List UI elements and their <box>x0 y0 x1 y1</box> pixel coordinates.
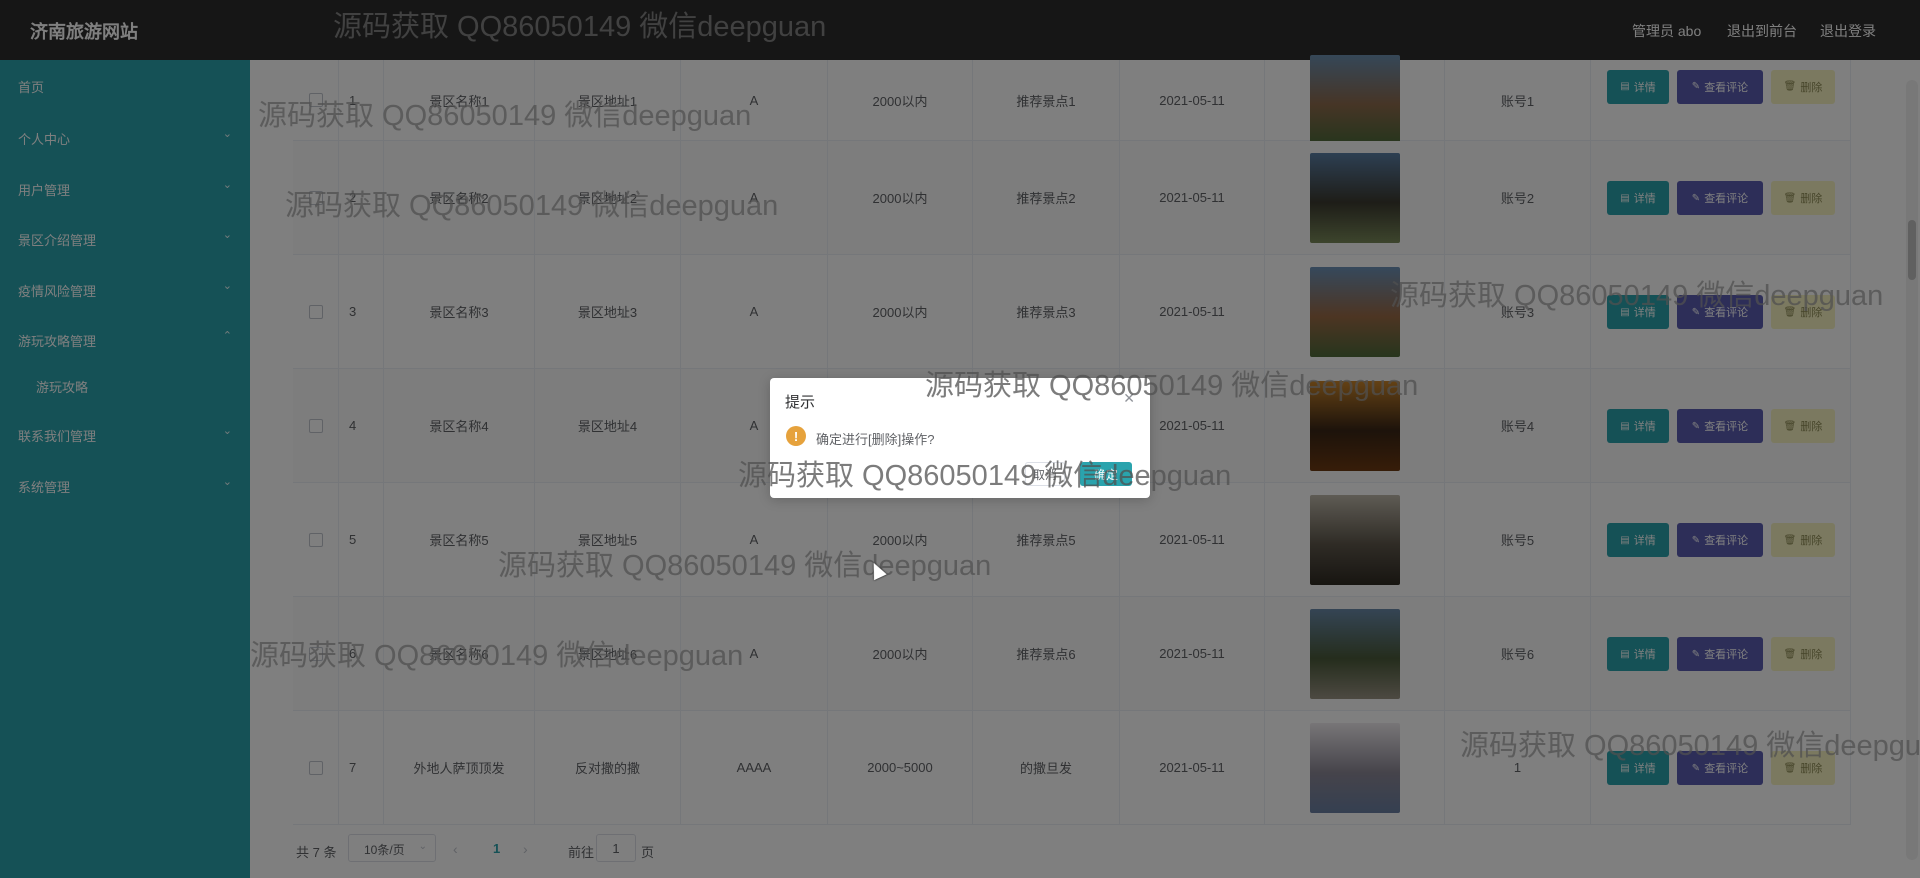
close-icon[interactable]: ✕ <box>1123 390 1135 407</box>
dialog-message: 确定进行[删除]操作? <box>816 432 935 447</box>
dialog-title: 提示 <box>785 394 816 411</box>
confirm-dialog: 提示 ✕ ! 确定进行[删除]操作? 取消 确定 <box>770 378 1150 498</box>
cancel-button[interactable]: 取消 <box>1025 462 1065 486</box>
warning-circle-icon: ! <box>786 426 806 446</box>
confirm-button[interactable]: 确定 <box>1080 462 1132 486</box>
